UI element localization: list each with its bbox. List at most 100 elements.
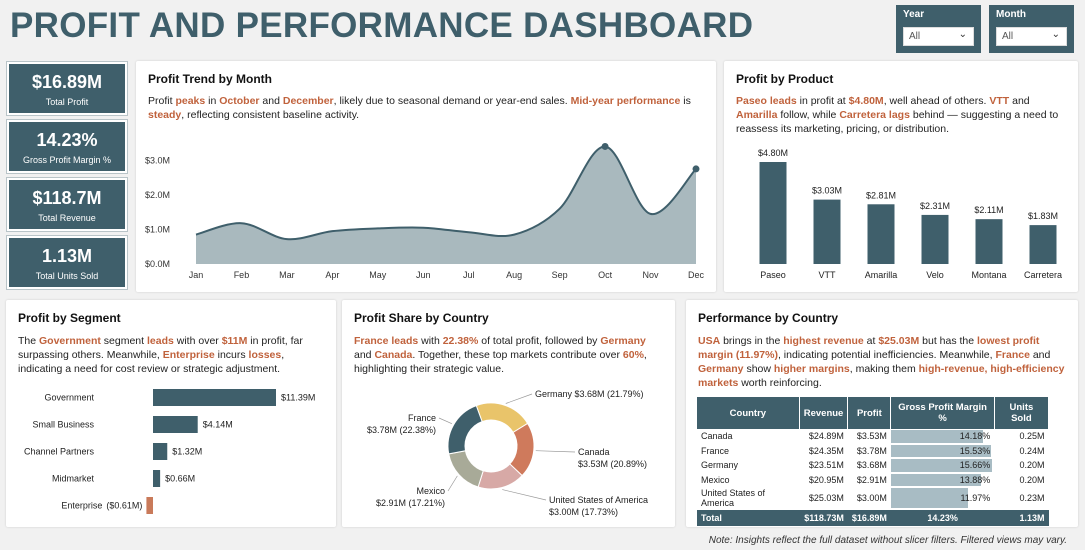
product-bar [813, 199, 841, 264]
product-bar [975, 219, 1003, 264]
slice-label: $2.91M (17.21%) [376, 498, 445, 508]
table-cell-country: Canada [701, 431, 733, 442]
page-title: PROFIT AND PERFORMANCE DASHBOARD [10, 6, 754, 45]
column-header[interactable]: Units Sold [994, 397, 1050, 429]
x-tick-label: Mar [279, 270, 295, 280]
segment-bar [153, 470, 161, 487]
donut-slice [447, 404, 483, 455]
product-bar [921, 214, 949, 264]
year-dropdown[interactable]: All ⌄ [903, 27, 974, 46]
x-tick-label: VTT [819, 270, 837, 280]
year-slicer: Year All ⌄ [896, 5, 981, 53]
x-tick-label: Montana [971, 270, 1006, 280]
table-cell-country: Mexico [701, 475, 730, 486]
highlight-text: USA [698, 335, 721, 347]
table-cell-revenue: $24.35M [808, 445, 844, 456]
y-tick-label: $3.0M [145, 155, 170, 165]
profit-by-product-chart: $4.80M Paseo $3.03M VTT $2.81M Amarilla $2.31M… [758, 148, 1062, 280]
year-dropdown-value: All [909, 31, 921, 42]
x-tick-label: Carretera [1024, 270, 1062, 280]
data-label: $4.80M [758, 148, 788, 158]
slice-label: France [408, 413, 436, 423]
segment-bar [153, 443, 168, 460]
description-text: but has the [919, 335, 978, 347]
total-cell-margin: 14.23% [890, 509, 995, 526]
kpi-total-profit: $16.89M Total Profit [6, 61, 128, 116]
category-label: Government [44, 393, 94, 403]
table-cell-units: 0.24M [1019, 445, 1045, 456]
leader-line [447, 475, 458, 492]
category-label: Midmarket [52, 474, 95, 484]
performance-table: Country Revenue Profit Gross Profit Margin … [697, 397, 1050, 526]
table-cell-country: France [701, 445, 730, 456]
y-tick-label: $2.0M [145, 190, 170, 200]
column-header[interactable]: Gross Profit Margin % [890, 397, 995, 429]
data-label: $11.39M [281, 393, 315, 403]
highlight-text: France [995, 349, 1030, 361]
segment-bar [146, 497, 153, 514]
table-cell-revenue: $25.03M [808, 493, 844, 504]
table-cell-margin: 13.88% [890, 473, 994, 488]
description-text: worth reinforcing. [738, 377, 822, 389]
data-label: $1.32M [172, 447, 202, 457]
description-text: brings in the [720, 335, 784, 347]
description-text: show [743, 363, 774, 375]
footnote: Note: Insights reflect the full dataset … [708, 535, 1067, 546]
table-cell-revenue: $23.51M [808, 460, 844, 471]
month-dropdown[interactable]: All ⌄ [996, 27, 1067, 46]
table-cell-units: 0.25M [1019, 431, 1045, 442]
total-cell-profit: $16.89M [847, 509, 891, 526]
total-cell-units: 1.13M [994, 509, 1049, 526]
column-header[interactable]: Revenue [799, 397, 849, 429]
data-label: $3.03M [812, 186, 842, 196]
slice-label: Mexico [416, 486, 445, 496]
trend-marker [601, 142, 609, 150]
description-text: and [1029, 349, 1051, 361]
profit-trend-card: Profit Trend by Month Profit peaks in Oc… [136, 61, 716, 292]
kpi-value: $118.7M [32, 188, 102, 208]
x-tick-label: Oct [598, 270, 613, 280]
year-slicer-label: Year [903, 9, 925, 20]
data-label: $1.83M [1028, 211, 1058, 221]
x-tick-label: Feb [234, 270, 250, 280]
table-row: United States of America $25.03M $3.00M 11.… [697, 487, 1049, 510]
slice-label: Germany $3.68M (21.79%) [535, 389, 644, 399]
x-tick-label: Nov [643, 270, 660, 280]
column-header[interactable]: Country [697, 397, 800, 429]
profit-share-donut-chart: Germany $3.68M (21.79%) Canada $3.53M (20.… [367, 389, 648, 517]
table-cell-margin: 15.66% [890, 458, 994, 473]
month-slicer: Month All ⌄ [989, 5, 1074, 53]
x-tick-label: Sep [552, 270, 568, 280]
highlight-text: $25.03M [878, 335, 920, 347]
kpi-label: Gross Profit Margin % [22, 155, 112, 165]
chevron-down-icon: ⌄ [1051, 29, 1060, 40]
product-bar [1029, 225, 1057, 264]
kpi-label: Total Profit [45, 97, 89, 107]
leader-line [535, 450, 576, 453]
table-cell-revenue: $24.89M [808, 431, 844, 442]
kpi-label: Total Units Sold [35, 271, 99, 281]
profit-trend-chart: $0.0M $1.0M $2.0M $3.0M Jan Feb Mar Apr May Jun Ju… [145, 142, 704, 280]
data-label: ($0.61M) [106, 501, 142, 511]
product-bar [867, 204, 895, 264]
card-description: USA brings in the highest revenue at $25… [698, 334, 1070, 390]
column-header[interactable]: Profit [847, 397, 892, 429]
slice-label: Canada [578, 447, 610, 457]
margin-value: 14.18% [959, 431, 991, 442]
kpi-label: Total Revenue [38, 213, 96, 223]
card-title: Performance by Country [698, 311, 839, 325]
table-row: France $24.35M $3.78M 15.53% 0.24M [697, 444, 1049, 459]
trend-marker [692, 165, 700, 173]
slice-label: $3.00M (17.73%) [549, 507, 618, 517]
slice-label: United States of America [549, 495, 648, 505]
table-cell-margin: 14.18% [890, 429, 994, 444]
table-cell-margin: 11.97% [890, 487, 994, 510]
table-row: Canada $24.89M $3.53M 14.18% 0.25M [697, 429, 1049, 444]
margin-value: 11.97% [960, 493, 991, 504]
y-tick-label: $0.0M [145, 259, 170, 269]
category-label: Channel Partners [24, 447, 95, 457]
leader-line [505, 393, 533, 404]
profit-by-segment-card: Profit by Segment The Government segment… [6, 300, 336, 527]
margin-value: 15.66% [959, 460, 991, 471]
table-cell-profit: $2.91M [856, 475, 887, 486]
